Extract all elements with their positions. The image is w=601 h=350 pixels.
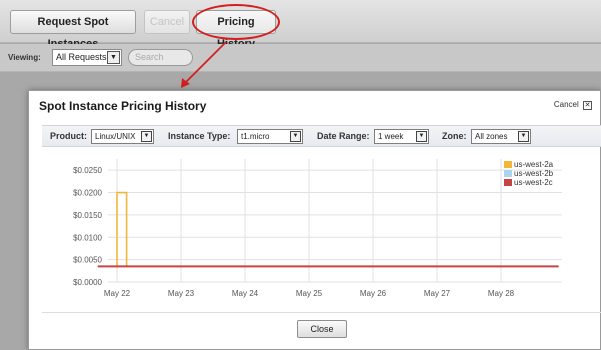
x-tick-label: May 23 xyxy=(168,289,195,298)
dialog-title: Spot Instance Pricing History xyxy=(39,99,207,113)
close-button[interactable]: Close xyxy=(297,320,347,338)
instance-type-select-value: t1.micro xyxy=(241,132,270,141)
x-tick-label: May 22 xyxy=(104,289,131,298)
legend-label: us-west-2b xyxy=(514,169,554,178)
pricing-history-dialog: Spot Instance Pricing History Cancel ✕ P… xyxy=(28,90,601,350)
zone-select[interactable]: All zones ▼ xyxy=(471,129,531,144)
y-tick-label: $0.0050 xyxy=(73,256,102,265)
date-range-label: Date Range: xyxy=(317,131,370,141)
legend-swatch xyxy=(504,170,512,177)
chevron-down-icon: ▼ xyxy=(518,131,529,142)
instance-type-label: Instance Type: xyxy=(168,131,231,141)
dialog-cancel-label: Cancel xyxy=(553,100,579,109)
y-tick-label: $0.0200 xyxy=(73,189,102,198)
chevron-down-icon: ▼ xyxy=(141,131,152,142)
pricing-chart: $0.0000 $0.0050 $0.0100 $0.0150 $0.0200 $0.02… xyxy=(73,159,562,298)
series-line-us-west-2a xyxy=(97,191,559,268)
close-icon[interactable]: ✕ xyxy=(583,101,592,110)
y-tick-label: $0.0250 xyxy=(73,166,102,175)
legend-label: us-west-2c xyxy=(514,178,553,187)
product-label: Product: xyxy=(50,131,87,141)
y-tick-label: $0.0150 xyxy=(73,211,102,220)
dialog-footer-divider xyxy=(42,312,601,313)
date-range-select[interactable]: 1 week ▼ xyxy=(374,129,429,144)
x-tick-label: May 26 xyxy=(360,289,387,298)
legend-swatch xyxy=(504,161,512,168)
legend-swatch xyxy=(504,179,512,186)
y-tick-label: $0.0100 xyxy=(73,233,102,242)
y-tick-label: $0.0000 xyxy=(73,278,102,287)
x-tick-label: May 25 xyxy=(296,289,323,298)
chevron-down-icon: ▼ xyxy=(290,131,301,142)
product-select-value: Linux/UNIX xyxy=(95,132,136,141)
dialog-cancel-link[interactable]: Cancel ✕ xyxy=(554,100,592,110)
x-tick-label: May 24 xyxy=(232,289,259,298)
legend-label: us-west-2a xyxy=(514,160,554,169)
product-select[interactable]: Linux/UNIX ▼ xyxy=(91,129,154,144)
zone-label: Zone: xyxy=(442,131,467,141)
instance-type-select[interactable]: t1.micro ▼ xyxy=(237,129,303,144)
pricing-params: Product: Linux/UNIX ▼ Instance Type: t1.… xyxy=(42,125,601,147)
x-tick-label: May 28 xyxy=(488,289,515,298)
zone-select-value: All zones xyxy=(475,132,508,141)
chevron-down-icon: ▼ xyxy=(416,131,427,142)
date-range-select-value: 1 week xyxy=(378,132,404,141)
x-tick-label: May 27 xyxy=(424,289,451,298)
